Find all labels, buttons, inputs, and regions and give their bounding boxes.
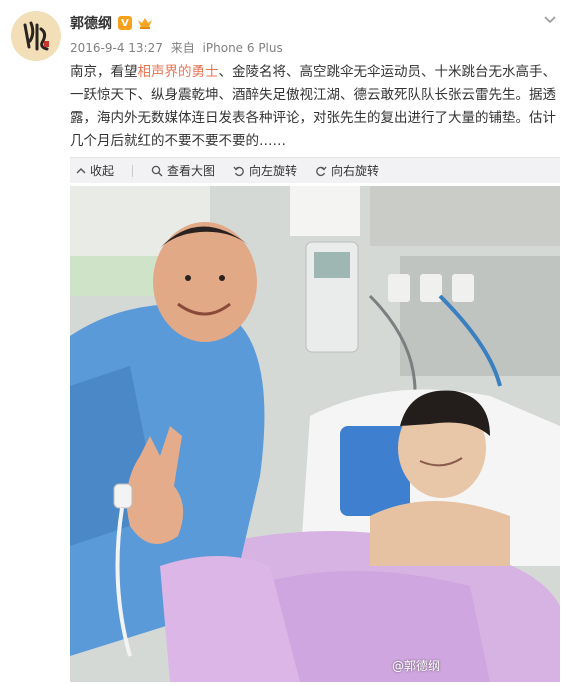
rotate-left-button[interactable]: 向左旋转 bbox=[233, 162, 297, 179]
rotate-right-button[interactable]: 向右旋转 bbox=[315, 162, 379, 179]
author-row: 郭德纲 V bbox=[70, 13, 153, 33]
post-timestamp[interactable]: 2016-9-4 13:27 bbox=[70, 41, 163, 55]
rotate-left-icon bbox=[233, 166, 244, 176]
collapse-button[interactable]: 收起 bbox=[76, 162, 114, 179]
toolbar-divider bbox=[132, 164, 134, 177]
rotate-right-icon bbox=[316, 166, 327, 176]
chevron-down-icon[interactable] bbox=[542, 12, 558, 28]
author-avatar[interactable] bbox=[11, 11, 61, 61]
hospital-photo bbox=[70, 186, 560, 682]
post-text-before: 南京，看望 bbox=[70, 64, 138, 80]
view-large-button[interactable]: 查看大图 bbox=[151, 162, 215, 179]
post-meta: 2016-9-4 13:27 来自 iPhone 6 Plus bbox=[70, 39, 287, 56]
rotate-left-label: 向左旋转 bbox=[249, 164, 298, 178]
post-highlight-link[interactable]: 相声界的勇士 bbox=[138, 64, 219, 80]
verified-badge: V bbox=[118, 16, 132, 30]
view-large-label: 查看大图 bbox=[167, 164, 216, 178]
post-source[interactable]: iPhone 6 Plus bbox=[203, 41, 283, 55]
post-source-prefix: 来自 bbox=[170, 41, 195, 55]
author-name[interactable]: 郭德纲 bbox=[70, 13, 112, 33]
crown-icon bbox=[138, 18, 152, 29]
collapse-arrow-icon bbox=[76, 167, 86, 173]
weibo-post-card: 郭德纲 V 2016-9-4 13:27 来自 iPhone 6 Plus 南京… bbox=[0, 0, 572, 686]
rotate-right-label: 向右旋转 bbox=[331, 164, 380, 178]
photo-watermark: @郭德纲 bbox=[391, 659, 440, 673]
post-photo[interactable]: @郭德纲 bbox=[70, 186, 560, 682]
image-toolbar: 收起 查看大图 向左旋转 向右旋转 bbox=[70, 157, 560, 183]
magnify-icon bbox=[151, 165, 163, 176]
post-text: 南京，看望相声界的勇士、金陵名将、高空跳伞无伞运动员、十米跳台无水高手、一跃惊天… bbox=[70, 61, 560, 153]
collapse-label: 收起 bbox=[90, 164, 115, 178]
